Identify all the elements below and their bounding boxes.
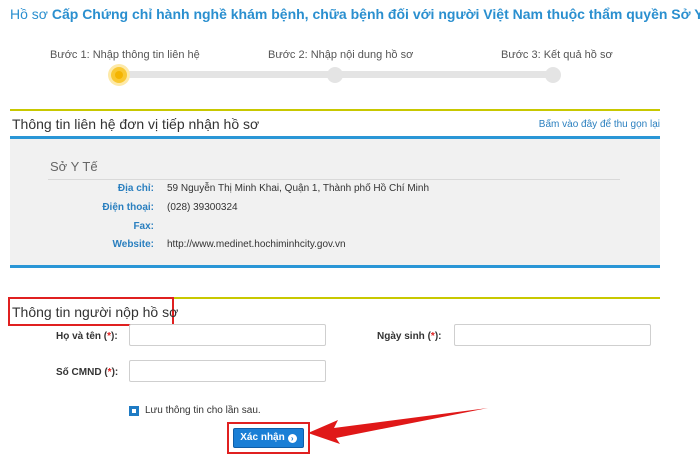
- step-2-dot: [327, 67, 343, 83]
- id-number-label-text: Số CMND: [56, 367, 102, 378]
- id-number-required-mark: *: [107, 367, 112, 378]
- contact-card: Sở Y Tế Địa chỉ: 59 Nguyễn Thị Minh Khai…: [10, 136, 660, 268]
- collapse-link[interactable]: Bấm vào đây để thu gọn lại: [539, 119, 660, 130]
- contact-section-rule: [10, 109, 660, 111]
- address-value: 59 Nguyễn Thị Minh Khai, Quận 1, Thành p…: [167, 183, 430, 194]
- full-name-label-text: Họ và tên: [56, 331, 102, 342]
- step-1-dot: [111, 67, 127, 83]
- progress-stepper: Bước 1: Nhập thông tin liên hệ Bước 2: N…: [0, 46, 700, 86]
- dob-input[interactable]: [454, 324, 651, 346]
- annotation-arrow-icon: [308, 408, 488, 444]
- confirm-button[interactable]: Xác nhận ›: [233, 428, 304, 448]
- arrow-right-circle-icon: ›: [287, 434, 297, 443]
- phone-label: Điện thoại:: [102, 202, 154, 213]
- address-label: Địa chỉ:: [117, 183, 154, 194]
- remember-label: Lưu thông tin cho lần sau.: [145, 405, 261, 416]
- full-name-required-mark: *: [107, 331, 112, 342]
- full-name-label: Họ và tên (*):: [56, 331, 118, 342]
- page-title: Hồ sơ Cấp Chứng chỉ hành nghề khám bệnh,…: [10, 6, 700, 22]
- step-3-label: Bước 3: Kết quả hồ sơ: [501, 49, 613, 61]
- card-divider: [48, 179, 620, 180]
- dob-required-mark: *: [430, 331, 435, 342]
- step-1-label: Bước 1: Nhập thông tin liên hệ: [50, 49, 200, 61]
- dob-label-text: Ngày sinh: [377, 331, 425, 342]
- website-label: Website:: [112, 239, 155, 250]
- full-name-input[interactable]: [129, 324, 326, 346]
- submitter-section-title: Thông tin người nộp hồ sơ: [12, 304, 179, 320]
- contact-section-title: Thông tin liên hệ đơn vị tiếp nhận hồ sơ: [12, 116, 260, 132]
- fax-label: Fax:: [133, 221, 154, 232]
- dob-label: Ngày sinh (*):: [377, 331, 442, 342]
- address-row: Địa chỉ: 59 Nguyễn Thị Minh Khai, Quận 1…: [10, 183, 660, 197]
- phone-row: Điện thoại: (028) 39300324: [10, 202, 660, 216]
- page-title-prefix: Hồ sơ: [10, 6, 48, 22]
- org-name: Sở Y Tế: [50, 159, 98, 174]
- website-row: Website: http://www.medinet.hochiminhcit…: [10, 239, 660, 253]
- website-value: http://www.medinet.hochiminhcity.gov.vn: [167, 239, 346, 250]
- id-number-input[interactable]: [129, 360, 326, 382]
- submit-highlight: Xác nhận ›: [227, 422, 310, 454]
- step-2-label: Bước 2: Nhập nội dung hồ sơ: [268, 49, 414, 61]
- fax-row: Fax:: [10, 221, 660, 235]
- confirm-button-label: Xác nhận: [240, 432, 285, 443]
- page-title-text: Cấp Chứng chỉ hành nghề khám bệnh, chữa …: [51, 6, 700, 22]
- step-3-dot: [545, 67, 561, 83]
- remember-checkbox[interactable]: [129, 406, 139, 416]
- id-number-label: Số CMND (*):: [56, 367, 119, 378]
- phone-value: (028) 39300324: [167, 202, 238, 213]
